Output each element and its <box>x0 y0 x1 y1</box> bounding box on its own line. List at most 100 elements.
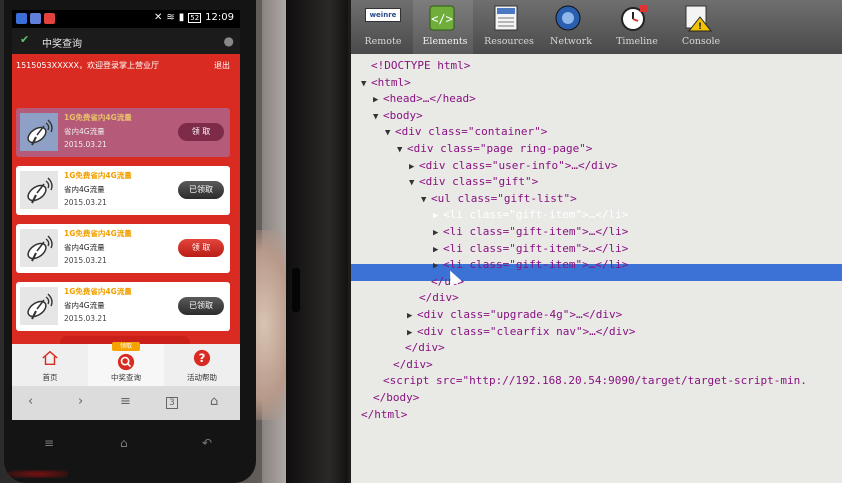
tab-console[interactable]: ! Console <box>669 0 729 54</box>
status-indicators: ✕ ≋ ▮ 52 12:09 <box>154 12 234 23</box>
gift-item[interactable]: 1G免费省内4G流量 省内4G流量 2015.03.21 已领取 <box>16 282 230 331</box>
dom-node[interactable]: ▶ <div class="user-info">…</div> <box>409 158 618 174</box>
expanded-arrow-icon[interactable]: ▼ <box>421 192 431 208</box>
collapsed-arrow-icon[interactable]: ▶ <box>407 308 417 324</box>
bottom-nav: 首页 领取 中奖查询 ? 活动帮助 <box>12 342 240 386</box>
dom-node-selected[interactable]: ▶ <li class="gift-item">…</li> <box>433 207 628 223</box>
nav-prize-query[interactable]: 领取 中奖查询 <box>88 342 164 386</box>
back-icon[interactable]: ‹ <box>28 394 33 409</box>
timeline-icon <box>621 5 647 31</box>
check-icon: ✔ <box>20 33 30 46</box>
tab-resources[interactable]: Resources <box>477 0 537 54</box>
collapsed-arrow-icon[interactable]: ▶ <box>433 258 443 274</box>
tab-network[interactable]: Network <box>539 0 599 54</box>
devtools-toolbar: weinre Remote </> Elements Resources Network T… <box>351 0 842 54</box>
gift-claim-button[interactable]: 领 取 <box>178 239 224 257</box>
dom-node[interactable]: ▼ <html> <box>361 75 411 91</box>
dom-node-text: <body> <box>383 108 423 122</box>
dom-node[interactable]: ▶ <li class="gift-item">…</li> <box>433 224 628 240</box>
dom-node[interactable]: ▼ <ul class="gift-list"> <box>421 191 577 207</box>
collapsed-arrow-icon[interactable]: ▶ <box>433 208 443 224</box>
dom-node[interactable]: </body> <box>373 390 419 406</box>
phone-screen: ✕ ≋ ▮ 52 12:09 ✔ 中奖查询 ● 1515053XXXXX，欢迎登… <box>12 10 240 420</box>
tab-label: Remote <box>364 36 402 47</box>
weinre-logo-icon: weinre <box>365 8 401 22</box>
gift-name: 1G免费省内4G流量 <box>64 229 132 238</box>
monitor-bezel <box>286 0 348 483</box>
menu-icon[interactable]: ≡ <box>120 394 131 409</box>
nav-badge: 领取 <box>112 342 140 351</box>
svg-text:?: ? <box>199 351 206 365</box>
back-key-icon[interactable]: ↶ <box>202 436 212 450</box>
gift-claim-button[interactable]: 已领取 <box>178 181 224 199</box>
nav-help[interactable]: ? 活动帮助 <box>164 344 240 386</box>
dom-node-text: <li class="gift-item">…</li> <box>443 258 629 272</box>
dom-node[interactable]: ▶ <div class="upgrade-4g">…</div> <box>407 307 622 323</box>
resources-icon <box>494 5 518 31</box>
dom-node[interactable]: ▼ <div class="gift"> <box>409 174 538 190</box>
gift-item[interactable]: 1G免费省内4G流量 省内4G流量 2015.03.21 领 取 <box>16 108 230 157</box>
expanded-arrow-icon[interactable]: ▼ <box>361 76 371 92</box>
dom-node[interactable]: ▶ <li class="gift-item">…</li> <box>433 257 628 273</box>
wifi-icon: ≋ <box>166 12 175 23</box>
dom-node[interactable]: </html> <box>361 407 407 423</box>
dom-node[interactable]: ▶ <li class="gift-item">…</li> <box>433 241 628 257</box>
tab-timeline[interactable]: Timeline <box>605 0 665 54</box>
expanded-arrow-icon[interactable]: ▼ <box>373 109 383 125</box>
search-icon <box>117 353 135 371</box>
help-icon: ? <box>193 349 211 367</box>
notification-play-icon <box>30 13 41 24</box>
dom-node-text: <div class="page ring-page"> <box>407 142 593 155</box>
elements-icon: </> <box>429 5 455 31</box>
dom-node-text: <li class="gift-item">…</li> <box>443 241 629 255</box>
status-time: 12:09 <box>205 12 234 23</box>
nav-home[interactable]: 首页 <box>12 344 88 386</box>
dom-node[interactable]: <script src="http://192.168.20.54:9090/t… <box>383 373 807 389</box>
monitor-bezel-slot <box>292 268 300 312</box>
welcome-text: 1515053XXXXX，欢迎登录掌上营业厅 <box>16 61 160 70</box>
gift-claim-button[interactable]: 已领取 <box>178 297 224 315</box>
logout-link[interactable]: 退出 <box>214 60 230 71</box>
satellite-antenna-icon <box>20 229 58 267</box>
menu-key-icon[interactable]: ≡ <box>44 436 54 450</box>
dom-node[interactable]: </div> <box>419 290 459 306</box>
gift-date: 2015.03.21 <box>64 140 107 149</box>
gift-name: 1G免费省内4G流量 <box>64 171 132 180</box>
collapsed-arrow-icon[interactable]: ▶ <box>433 225 443 241</box>
dom-node-text: <head>…</head> <box>383 92 476 106</box>
dom-node-text: </div> <box>393 357 433 371</box>
home-browser-icon[interactable]: ⌂ <box>210 394 218 409</box>
gift-claim-button[interactable]: 领 取 <box>178 123 224 141</box>
dom-node[interactable]: ▶ <div class="clearfix nav">…</div> <box>407 324 636 340</box>
nav-query-label: 中奖查询 <box>111 373 141 382</box>
collapsed-arrow-icon[interactable]: ▶ <box>407 325 417 341</box>
dom-node[interactable]: ▶ <head>…</head> <box>373 91 476 107</box>
svg-text:!: ! <box>698 22 702 32</box>
tabs-icon[interactable]: 3 <box>166 397 178 409</box>
gift-item[interactable]: 1G免费省内4G流量 省内4G流量 2015.03.21 领 取 <box>16 224 230 273</box>
expanded-arrow-icon[interactable]: ▼ <box>397 142 407 158</box>
loading-icon: ● <box>223 34 234 48</box>
forward-icon[interactable]: › <box>78 394 83 409</box>
dom-node[interactable]: </div> <box>405 340 445 356</box>
dom-node[interactable]: </div> <box>393 357 433 373</box>
collapsed-arrow-icon[interactable]: ▶ <box>433 242 443 258</box>
dom-node[interactable]: ▼ <div class="page ring-page"> <box>397 141 592 157</box>
dom-node-text: <!DOCTYPE html> <box>371 59 471 72</box>
dom-node[interactable]: <!DOCTYPE html> <box>371 58 470 74</box>
browser-nav-bar: ‹ › ≡ 3 ⌂ <box>12 386 240 420</box>
dom-node-text: <script src="http://192.168.20.54:9090/t… <box>383 374 807 388</box>
expanded-arrow-icon[interactable]: ▼ <box>385 125 395 141</box>
gift-item[interactable]: 1G免费省内4G流量 省内4G流量 2015.03.21 已领取 <box>16 166 230 215</box>
tab-elements[interactable]: </> Elements <box>413 0 473 54</box>
collapsed-arrow-icon[interactable]: ▶ <box>373 92 383 108</box>
collapsed-arrow-icon[interactable]: ▶ <box>409 159 419 175</box>
dom-node[interactable]: ▼ <div class="container"> <box>385 124 547 140</box>
notification-icons <box>16 13 55 24</box>
expanded-arrow-icon[interactable]: ▼ <box>409 175 419 191</box>
dom-node[interactable]: ▼ <body> <box>373 108 423 124</box>
satellite-antenna-icon <box>20 171 58 209</box>
tab-remote[interactable]: weinre Remote <box>351 0 411 54</box>
tab-label: Network <box>550 36 592 47</box>
home-key-icon[interactable]: ⌂ <box>120 436 128 450</box>
